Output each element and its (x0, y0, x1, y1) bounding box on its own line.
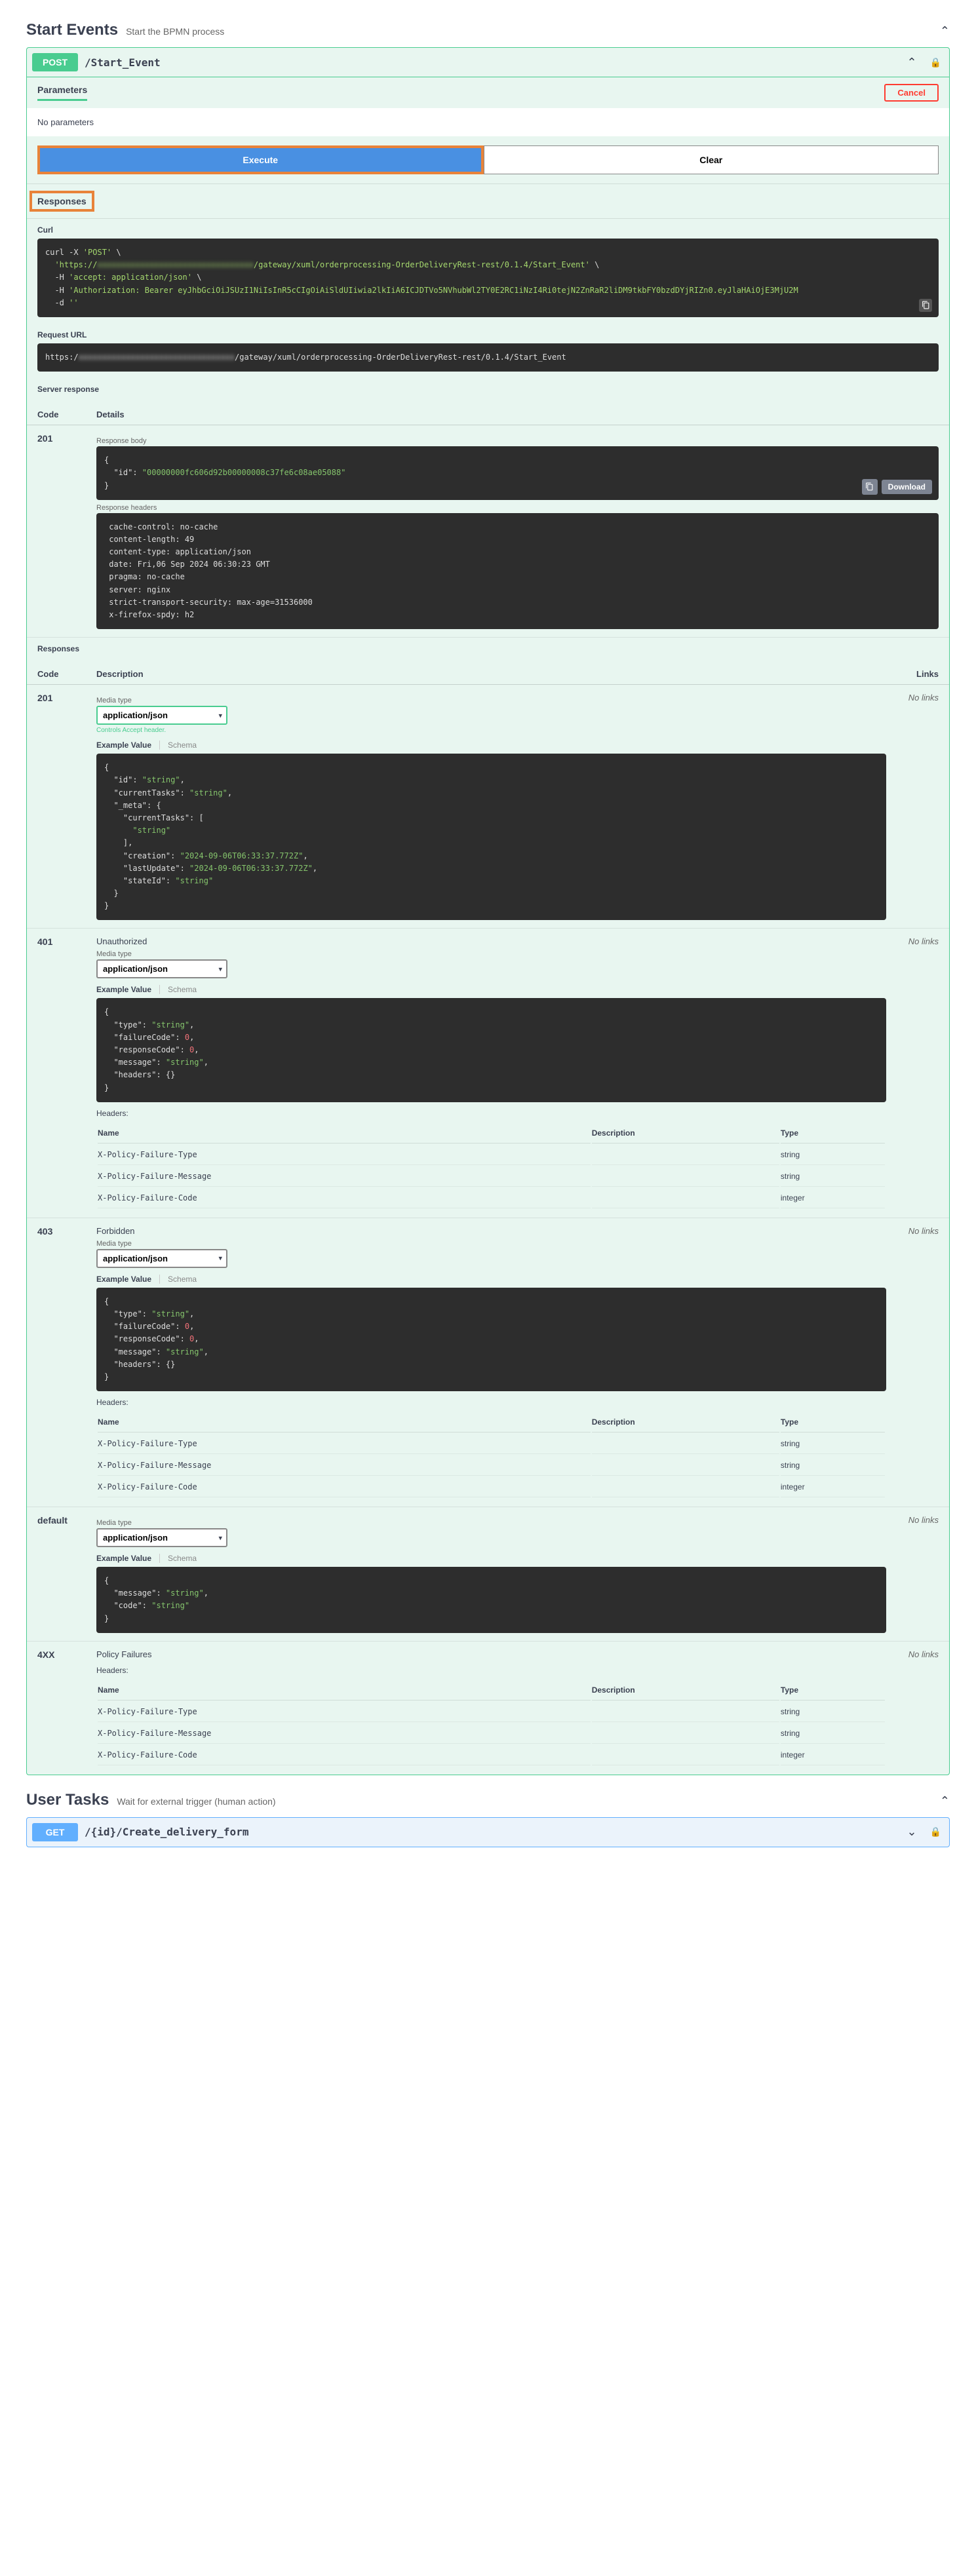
example-403-code: { "type": "string", "failureCode": 0, "r… (96, 1288, 886, 1391)
no-links: No links (886, 936, 939, 1209)
media-type-label: Media type (96, 697, 886, 704)
tab-schema[interactable]: Schema (159, 740, 197, 750)
example-401-code: { "type": "string", "failureCode": 0, "r… (96, 998, 886, 1102)
chevron-up-icon: ⌃ (903, 56, 920, 69)
resp-code-default: default (37, 1515, 96, 1633)
resp-headers-label: Response headers (96, 504, 939, 512)
lock-icon[interactable]: 🔒 (927, 1826, 944, 1837)
media-type-select[interactable]: application/json (96, 1528, 227, 1547)
resp-headers-code: cache-control: no-cache content-length: … (96, 513, 939, 630)
desc-forbidden: Forbidden (96, 1226, 886, 1236)
section-desc: Wait for external trigger (human action) (117, 1796, 275, 1807)
no-links: No links (886, 1226, 939, 1499)
tab-example-value[interactable]: Example Value (96, 1554, 151, 1563)
media-type-select[interactable]: application/json (96, 1249, 227, 1268)
headers-sub: Headers: (96, 1109, 886, 1118)
section-title: User Tasks (26, 1791, 109, 1809)
chevron-down-icon: ⌄ (903, 1825, 920, 1839)
desc-policy-failures: Policy Failures (96, 1649, 886, 1659)
chevron-up-icon: ⌃ (940, 1794, 950, 1808)
method-badge-get: GET (32, 1823, 78, 1841)
resp-code-201: 201 (37, 693, 96, 920)
op-path: /Start_Event (85, 56, 161, 69)
copy-icon[interactable] (862, 479, 878, 495)
cancel-button[interactable]: Cancel (884, 84, 939, 102)
resp-body-code: { "id": "00000000fc606d92b00000008c37fe6… (96, 446, 939, 500)
op-path: /{id}/Create_delivery_form (85, 1826, 248, 1838)
no-links: No links (886, 693, 939, 920)
col-desc: Description (96, 669, 886, 679)
media-type-select[interactable]: application/json (96, 706, 227, 725)
col-links: Links (886, 669, 939, 679)
tab-parameters[interactable]: Parameters (37, 85, 87, 101)
copy-icon[interactable] (919, 299, 932, 312)
headers-table-401: NameDescriptionType X-Policy-Failure-Typ… (96, 1122, 886, 1210)
controls-hint: Controls Accept header. (96, 727, 886, 734)
resp-code-401: 401 (37, 936, 96, 1209)
opblock-start-event: POST /Start_Event ⌃ 🔒 Parameters Cancel … (26, 47, 950, 1775)
responses-heading: Responses (29, 191, 94, 212)
tab-example-value[interactable]: Example Value (96, 740, 151, 750)
section-user-tasks[interactable]: User Tasks Wait for external trigger (hu… (26, 1783, 950, 1817)
example-201-code: { "id": "string", "currentTasks": "strin… (96, 754, 886, 920)
tab-example-value[interactable]: Example Value (96, 985, 151, 994)
col-details: Details (96, 410, 939, 419)
clear-button[interactable]: Clear (484, 145, 939, 174)
resp-body-label: Response body (96, 437, 939, 445)
resp-code-403: 403 (37, 1226, 96, 1499)
no-links: No links (886, 1649, 939, 1767)
section-title: Start Events (26, 21, 118, 39)
download-button[interactable]: Download (882, 480, 932, 494)
headers-table-4xx: NameDescriptionType X-Policy-Failure-Typ… (96, 1679, 886, 1767)
method-badge-post: POST (32, 53, 78, 71)
chevron-up-icon: ⌃ (940, 24, 950, 38)
server-response-label: Server response (37, 385, 939, 394)
tab-example-value[interactable]: Example Value (96, 1275, 151, 1284)
opblock-summary[interactable]: POST /Start_Event ⌃ 🔒 (27, 48, 949, 77)
no-links: No links (886, 1515, 939, 1633)
section-desc: Start the BPMN process (126, 26, 224, 37)
media-type-select[interactable]: application/json (96, 959, 227, 978)
headers-table-403: NameDescriptionType X-Policy-Failure-Typ… (96, 1411, 886, 1499)
tab-schema[interactable]: Schema (159, 1275, 197, 1284)
col-code: Code (37, 669, 96, 679)
resp-code-4xx: 4XX (37, 1649, 96, 1767)
curl-code: curl -X 'POST' \ 'https://xxxxxxxxxxxxxx… (37, 239, 939, 317)
tab-schema[interactable]: Schema (159, 1554, 197, 1563)
desc-unauthorized: Unauthorized (96, 936, 886, 946)
headers-sub: Headers: (96, 1398, 886, 1407)
responses-label: Responses (37, 644, 939, 653)
resp-code-201: 201 (37, 433, 96, 629)
media-type-label: Media type (96, 1519, 886, 1527)
section-start-events[interactable]: Start Events Start the BPMN process ⌃ (26, 13, 950, 47)
media-type-label: Media type (96, 1240, 886, 1248)
col-code: Code (37, 410, 96, 419)
example-default-code: { "message": "string", "code": "string" … (96, 1567, 886, 1633)
tab-schema[interactable]: Schema (159, 985, 197, 994)
opblock-create-delivery-form: GET /{id}/Create_delivery_form ⌄ 🔒 (26, 1817, 950, 1847)
curl-label: Curl (37, 225, 939, 235)
media-type-label: Media type (96, 950, 886, 958)
headers-sub: Headers: (96, 1666, 886, 1675)
request-url-label: Request URL (37, 330, 939, 339)
lock-icon[interactable]: 🔒 (927, 57, 944, 68)
execute-button[interactable]: Execute (40, 148, 481, 172)
no-params-text: No parameters (27, 108, 949, 136)
opblock-summary[interactable]: GET /{id}/Create_delivery_form ⌄ 🔒 (27, 1818, 949, 1847)
request-url-code: https:/xxxxxxxxxxxxxxxxxxxxxxxxxxxxxxxxx… (37, 343, 939, 372)
